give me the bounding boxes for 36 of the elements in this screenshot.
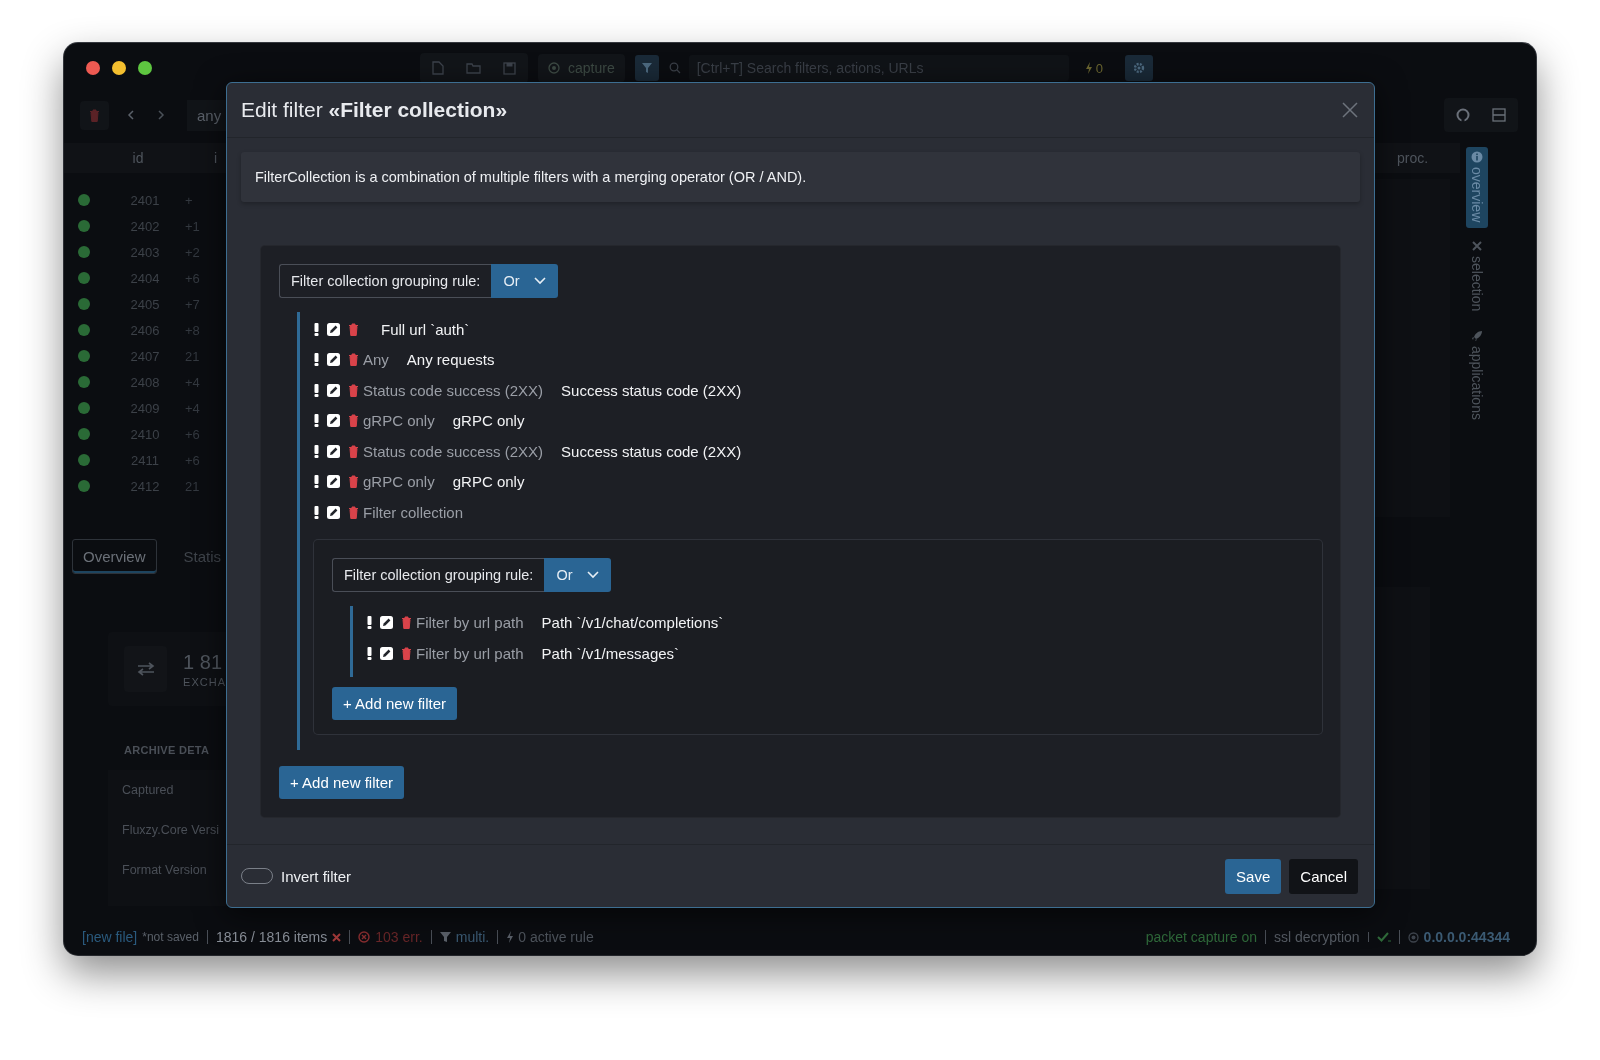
filter-description: Any requests (406, 351, 495, 369)
filter-type: Status code success (2XX) (363, 381, 544, 399)
column-header: id (131, 150, 145, 166)
proxy-address: 0.0.0.0:44344 (1423, 930, 1510, 944)
dialog-title: Edit filter «Filter collection» (241, 98, 508, 122)
filter-type: gRPC only (363, 412, 435, 430)
section-title: ARCHIVE DETA (124, 744, 211, 756)
filter-type: Filter by url path (416, 614, 524, 632)
field-label: Captured (122, 782, 175, 799)
filter-description: Success status code (2XX) (561, 442, 742, 460)
filter-type: Filter by url path (416, 644, 524, 662)
toggle-label: Invert filter (281, 867, 352, 885)
filter-description: gRPC only (452, 473, 525, 491)
column-header: i (214, 150, 218, 166)
field-label: Format Version (122, 862, 208, 879)
column-header: proc. (1397, 150, 1429, 166)
summary-caption: EXCHA (183, 675, 226, 688)
summary-value: 1 81 (183, 650, 224, 674)
rule-label: Filter collection grouping rule: (279, 264, 492, 298)
filter-description: Path `/v1/chat/completions` (541, 614, 724, 632)
filter-type: Status code success (2XX) (363, 442, 544, 460)
info-box: FilterCollection is a combination of multiple filters with a merging operator (OR / AND). (241, 152, 1360, 202)
alert-count: 0 (1095, 60, 1103, 76)
save-state: *not saved (142, 930, 199, 944)
filter-description: gRPC only (452, 412, 525, 430)
field-label: Fluxzy.Core Versi (122, 822, 220, 839)
filter-description: Full url `auth` (381, 320, 470, 338)
filter-description: Path `/v1/messages` (541, 644, 680, 662)
filter-type: Any (363, 351, 389, 369)
file-name: [new file] (82, 930, 138, 944)
item-count: 1816 / 1816 items (215, 930, 328, 944)
rule-label: Filter collection grouping rule: (332, 557, 545, 592)
filter-type: Filter collection (363, 503, 464, 521)
filter-type: gRPC only (363, 473, 435, 491)
table-cell: + (185, 192, 193, 208)
filter-description: Success status code (2XX) (561, 381, 742, 399)
